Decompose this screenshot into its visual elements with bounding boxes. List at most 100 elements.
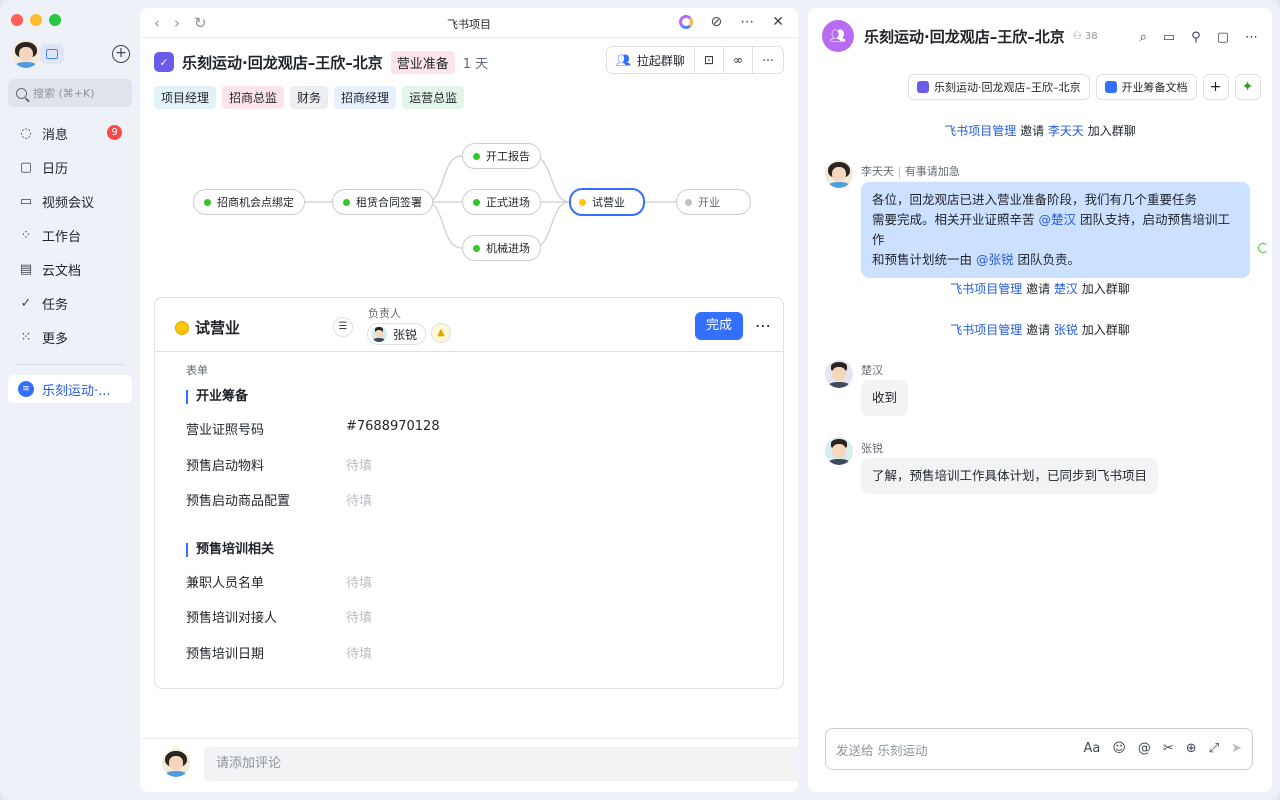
link-button[interactable]: ∞ [724,47,753,73]
header-more-button[interactable]: ⋯ [753,47,783,73]
sidebar-item-workbench[interactable]: ⁘ 工作台 [8,218,132,252]
sender-name-text: 李天天 [861,165,894,178]
owner-chip[interactable]: 张锐 [367,323,427,345]
add-icon[interactable]: ⊕ [1186,741,1197,756]
form-row[interactable]: 营业证照号码 #7688970128 [186,419,766,438]
flow-node[interactable]: 正式进场 [462,189,541,215]
create-plus-icon[interactable]: + [112,45,130,63]
more-dots-icon[interactable]: ⋯ [1245,30,1258,45]
start-group-chat-button[interactable]: 👥︎ 拉起群聊 [607,47,695,73]
complete-button[interactable]: 完成 [695,312,743,340]
ai-assistant-icon[interactable] [678,15,693,29]
flow-node-label: 开业 [698,196,720,209]
message-input-placeholder: 发送给 乐刻运动 [836,742,928,758]
system-target[interactable]: 李天天 [1048,124,1084,138]
role-tag[interactable]: 招商经理 [334,86,397,109]
stage-tag[interactable]: 营业准备 [390,50,455,74]
mention-link[interactable]: @张锐 [976,252,1014,267]
role-tag[interactable]: 运营总监 [402,86,465,109]
system-verb: 邀请 [1020,124,1045,138]
more-dots-icon[interactable]: ⋯ [740,14,754,30]
avatar[interactable] [825,160,853,188]
avatar[interactable] [825,437,853,465]
pin-icon[interactable]: ✦ [1234,74,1261,100]
system-actor[interactable]: 飞书项目管理 [944,124,1016,138]
tab-doc[interactable]: 开业筹备文档 [1095,74,1197,100]
field-value[interactable]: #7688970128 [346,419,440,434]
subtask-list-icon[interactable]: ☰ [333,317,353,337]
scissors-icon[interactable]: ✂ [1163,741,1174,756]
message-input[interactable]: 发送给 乐刻运动 Aa ☺ @ ✂ ⊕ ⤢ ➤ [825,728,1253,770]
avatar[interactable] [825,360,853,388]
form-row[interactable]: 预售启动商品配置 待填 [186,490,766,509]
calendar-icon[interactable]: ▢ [1217,30,1229,45]
send-icon[interactable]: ➤ [1231,741,1242,756]
bookmark-button[interactable]: ⊡ [695,47,724,73]
field-value[interactable]: 待填 [346,490,372,509]
mention-link[interactable]: @楚汉 [1038,212,1076,227]
field-value[interactable]: 待填 [346,572,372,591]
message-bubble[interactable]: 各位，回龙观店已进入营业准备阶段，我们有几个重要任务 需要完成。相关开业证照辛苦… [861,182,1250,278]
workspace-icon[interactable] [40,44,64,64]
message-bubble[interactable]: 了解，预售培训工作具体计划，已同步到飞书项目 [861,458,1159,494]
form-row[interactable]: 预售培训对接人 待填 [186,607,766,626]
sidebar-item-video[interactable]: ▭ 视频会议 [8,184,132,218]
role-tag[interactable]: 项目经理 [154,86,217,109]
flow-node[interactable]: 机械进场 [462,235,541,261]
form-row[interactable]: 预售培训日期 待填 [186,643,766,662]
compass-icon[interactable]: ⊘ [711,14,723,30]
text-format-icon[interactable]: Aa [1083,741,1100,756]
member-count[interactable]: ⚇ 38 [1073,31,1098,42]
flow-node-active[interactable]: 试营业 [569,188,645,216]
close-icon[interactable]: ✕ [772,14,784,30]
sidebar-item-calendar[interactable]: ▢ 日历 [8,150,132,184]
field-label: 预售启动物料 [186,459,265,474]
flow-node[interactable]: 租赁合同签署 [332,189,433,215]
video-call-icon[interactable]: ▭ [1163,30,1175,45]
field-value[interactable]: 待填 [346,643,372,662]
sidebar-item-label: 更多 [42,331,69,347]
field-value[interactable]: 待填 [346,607,372,626]
task-card-header: 试营业 ☰ 负责人 张锐 ▲ 完成 ⋯ [155,298,783,352]
sidebar-item-messages[interactable]: ◌ 消息 9 [8,116,132,150]
comment-input[interactable]: 请添加评论 [204,747,798,781]
field-value[interactable]: 待填 [346,455,372,474]
emoji-icon[interactable]: ☺ [1112,741,1126,756]
flow-node-future[interactable]: 开业 [676,189,751,215]
avatar [371,326,387,342]
search-input[interactable]: 搜索 (⌘+K) [8,79,132,107]
form-row[interactable]: 兼职人员名单 待填 [186,572,766,591]
role-tag[interactable]: 财务 [290,86,329,109]
sidebar-item-more[interactable]: ⁙ 更多 [8,320,132,354]
tab-project[interactable]: 乐刻运动·回龙观店–王欣–北京 [908,74,1090,100]
sidebar-item-docs[interactable]: ▤ 云文档 [8,252,132,286]
system-message: 飞书项目管理 邀请 楚汉 加入群聊 [808,280,1272,297]
field-label: 预售培训对接人 [186,611,278,626]
user-avatar[interactable] [12,40,40,68]
sidebar-item-tasks[interactable]: ✓ 任务 [8,286,132,320]
flow-node[interactable]: 开工报告 [462,143,541,169]
flow-node[interactable]: 招商机会点绑定 [193,189,305,215]
role-tag[interactable]: 招商总监 [222,86,285,109]
system-actor[interactable]: 飞书项目管理 [950,282,1022,296]
add-member-icon[interactable]: ⚲ [1191,30,1201,45]
message-bubble[interactable]: 收到 [861,380,909,416]
sender-name: 李天天 | 有事请加急 [861,163,960,179]
search-icon[interactable]: ⌕ [1140,30,1147,45]
task-card: 试营业 ☰ 负责人 张锐 ▲ 完成 ⋯ 表单 开业筹备 营业证照号码 #76889… [154,297,784,689]
sidebar: + 搜索 (⌘+K) ◌ 消息 9 ▢ 日历 ▭ 视频会议 ⁘ 工作台 ▤ 云文… [0,0,140,800]
owner-label: 负责人 [368,307,401,320]
sidebar-item-project[interactable]: ≡ 乐刻运动·... [8,375,132,403]
form-row[interactable]: 预售启动物料 待填 [186,455,766,474]
remind-bell-icon[interactable]: ▲ [431,323,451,343]
more-dots-icon[interactable]: ⋯ [755,316,771,335]
system-actor[interactable]: 飞书项目管理 [950,323,1022,337]
add-tab-button[interactable]: + [1202,74,1229,100]
mention-icon[interactable]: @ [1138,741,1151,756]
expand-icon[interactable]: ⤢ [1209,741,1219,756]
sidebar-item-label: 工作台 [42,229,82,245]
system-target[interactable]: 张锐 [1054,323,1078,337]
sender-name: 楚汉 [861,364,883,377]
group-avatar-icon[interactable]: 👥︎ [822,20,854,52]
system-target[interactable]: 楚汉 [1054,282,1078,296]
